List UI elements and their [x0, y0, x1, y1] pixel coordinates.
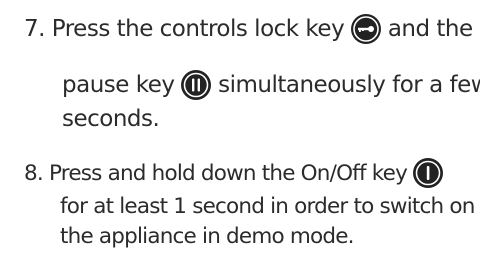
step-7-text-c: pause key — [62, 72, 175, 98]
step-7-number: 7. — [24, 16, 45, 42]
controls-lock-key-icon — [351, 14, 381, 44]
step-8-text-c: the appliance in demo mode. — [60, 224, 354, 249]
step-8-number: 8. — [24, 161, 44, 186]
step-7-line-2: pause key simultaneously for a few — [62, 70, 480, 100]
on-off-key-icon — [413, 158, 444, 188]
step-7-line-1: 7. Press the controls lock key and the — [24, 14, 473, 44]
step-7-text-e: seconds. — [62, 106, 160, 132]
step-7-line-3: seconds. — [62, 106, 160, 132]
step-8-line-3: the appliance in demo mode. — [60, 224, 354, 249]
step-7-text-b: and the — [387, 16, 473, 42]
step-8-text-a: Press and hold down the On/Off key — [48, 161, 408, 186]
step-8-line-2: for at least 1 second in order to switch… — [60, 194, 475, 219]
pause-key-icon — [181, 70, 212, 100]
step-8-text-b: for at least 1 second in order to switch… — [60, 194, 475, 219]
step-7-text-a: Press the controls lock key — [51, 16, 345, 42]
step-7-text-d: simultaneously for a few — [218, 72, 480, 98]
step-8-line-1: 8. Press and hold down the On/Off key — [24, 158, 444, 188]
